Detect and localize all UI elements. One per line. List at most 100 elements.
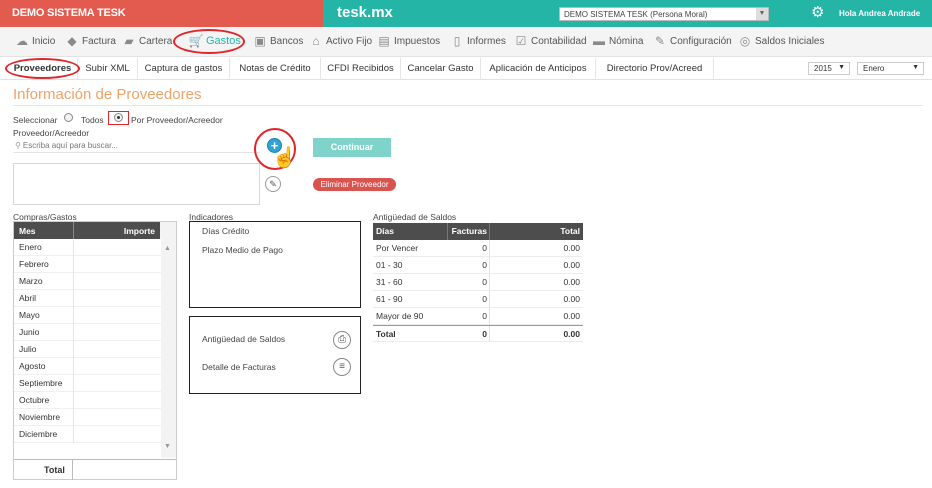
tab-cfdi-recibidos[interactable]: CFDI Recibidos xyxy=(321,58,401,80)
table-row: Septiembre xyxy=(14,375,174,392)
gear-icon[interactable]: ⚙ xyxy=(811,3,824,21)
month-cell: Junio xyxy=(19,327,40,337)
search-input[interactable]: ⚲ Escriba aquí para buscar... xyxy=(13,139,260,153)
cell: 61 - 90 xyxy=(376,294,403,304)
table-row: Noviembre xyxy=(14,409,174,426)
month-select[interactable]: Enero ▼ xyxy=(857,62,924,75)
highlight-ring-gastos xyxy=(173,29,245,54)
page-title: Información de Proveedores xyxy=(13,86,202,103)
table-row: Por Vencer 0 0.00 xyxy=(373,240,583,257)
sub-nav: Proveedores Subir XML Captura de gastos … xyxy=(0,58,932,80)
user-greeting[interactable]: Hola Andrea Andrade xyxy=(839,9,920,18)
tab-notas-credito[interactable]: Notas de Crédito xyxy=(230,58,321,80)
scroll-up-icon[interactable]: ▲ xyxy=(164,245,171,252)
nav-item-cartera[interactable]: ▰ Cartera xyxy=(121,35,172,47)
briefcase-icon: ▤ xyxy=(378,34,390,48)
cell: Por Vencer xyxy=(376,243,419,253)
report-saldos-label: Antigüedad de Saldos xyxy=(202,334,286,344)
printer-icon[interactable]: ⎙ xyxy=(333,331,351,349)
delete-provider-button[interactable]: Eliminar Proveedor xyxy=(313,178,396,191)
chevron-down-icon: ▼ xyxy=(838,64,845,71)
total-row: Total 0 0.00 xyxy=(373,325,583,342)
brand-logo[interactable]: tesk.mx xyxy=(337,4,393,21)
main-nav: ☁ Inicio ◆ Factura ▰ Cartera 🛒 Gastos ▣ … xyxy=(0,27,932,57)
nav-item-impuestos[interactable]: ▤ Impuestos xyxy=(376,35,440,47)
radio-todos[interactable] xyxy=(64,113,73,122)
cell: 31 - 60 xyxy=(376,277,403,287)
table-row: Octubre xyxy=(14,392,174,409)
cell: 0 xyxy=(448,274,490,290)
nav-item-inicio[interactable]: ☁ Inicio xyxy=(14,35,55,47)
provider-list[interactable] xyxy=(13,163,260,205)
table-row: Febrero xyxy=(14,256,174,273)
nav-label: Inicio xyxy=(32,35,56,47)
nav-item-saldos-iniciales[interactable]: ◎ Saldos Iniciales xyxy=(737,34,825,48)
tab-cancelar-gasto[interactable]: Cancelar Gasto xyxy=(401,58,481,80)
month-cell: Marzo xyxy=(19,276,43,286)
radio-todos-label: Todos xyxy=(81,115,104,125)
month-cell: Mayo xyxy=(19,310,40,320)
brand-bar: tesk.mx DEMO SISTEMA TESK (Persona Moral… xyxy=(323,0,932,27)
month-cell: Septiembre xyxy=(19,378,63,388)
continue-button[interactable]: Continuar xyxy=(313,138,391,157)
month-cell: Noviembre xyxy=(19,412,61,422)
nav-item-contabilidad[interactable]: ☑ Contabilidad xyxy=(513,35,587,47)
nav-item-nomina[interactable]: ▬ Nómina xyxy=(591,35,643,47)
list-icon[interactable]: ≡ xyxy=(333,358,351,376)
company-select[interactable]: DEMO SISTEMA TESK (Persona Moral) ▼ xyxy=(559,7,769,21)
scrollbar[interactable]: ▲ ▼ xyxy=(161,239,176,458)
col-dias: Días xyxy=(373,223,448,240)
radio-por-proveedor-label: Por Proveedor/Acreedor xyxy=(131,115,223,125)
table-row: Marzo xyxy=(14,273,174,290)
month-cell: Febrero xyxy=(19,259,49,269)
nav-label: Bancos xyxy=(270,35,304,47)
coins-icon: ◎ xyxy=(739,34,751,48)
months-list: Enero Febrero Marzo Abril Mayo Junio Jul… xyxy=(14,239,174,443)
table-row: Junio xyxy=(14,324,174,341)
id-card-icon: ▬ xyxy=(593,34,605,48)
cell: 0.00 xyxy=(563,243,580,253)
table-row: Abril xyxy=(14,290,174,307)
dias-credito-label: Días Crédito xyxy=(202,226,250,236)
company-name: DEMO SISTEMA TESK xyxy=(0,0,323,27)
year-select[interactable]: 2015 ▼ xyxy=(808,62,850,75)
pencil-icon[interactable]: ✎ xyxy=(265,176,281,192)
nav-label: Activo Fijo xyxy=(326,35,373,47)
nav-label: Contabilidad xyxy=(531,35,587,47)
nav-item-factura[interactable]: ◆ Factura xyxy=(64,35,116,47)
tab-directorio[interactable]: Directorio Prov/Acreed xyxy=(596,58,714,80)
nav-item-bancos[interactable]: ▣ Bancos xyxy=(252,35,303,47)
table-row: Mayo xyxy=(14,307,174,324)
clipboard-icon: ☑ xyxy=(515,34,527,48)
nav-item-configuracion[interactable]: ✎ Configuración xyxy=(652,35,732,47)
month-cell: Octubre xyxy=(19,395,50,405)
divider xyxy=(13,105,923,106)
month-cell: Enero xyxy=(19,242,42,252)
tab-aplicacion-anticipos[interactable]: Aplicación de Anticipos xyxy=(481,58,596,80)
month-value: Enero xyxy=(863,64,885,73)
scroll-header xyxy=(160,222,176,239)
compras-table: Mes Importe Enero Febrero Marzo Abril Ma… xyxy=(13,221,177,480)
table-header: Días Facturas Total xyxy=(373,223,583,240)
table-row: Diciembre xyxy=(14,426,174,443)
cell: 0 xyxy=(448,291,490,307)
total-row: Total xyxy=(14,459,176,480)
month-cell: Abril xyxy=(19,293,37,303)
scroll-down-icon[interactable]: ▼ xyxy=(164,443,171,450)
antiguedad-title: Antigüedad de Saldos xyxy=(373,212,457,222)
divider xyxy=(72,460,73,480)
nav-label: Impuestos xyxy=(394,35,441,47)
nav-item-activo-fijo[interactable]: ⌂ Activo Fijo xyxy=(308,35,372,47)
table-row: Mayor de 90 0 0.00 xyxy=(373,308,583,325)
highlight-box-radio xyxy=(108,111,129,125)
cell: 0 xyxy=(448,240,490,256)
tab-subir-xml[interactable]: Subir XML xyxy=(78,58,138,80)
hand-cursor-icon: ☝ xyxy=(272,147,297,169)
plazo-medio-label: Plazo Medio de Pago xyxy=(202,245,283,255)
tab-captura-gastos[interactable]: Captura de gastos xyxy=(138,58,230,80)
nav-item-informes[interactable]: ▯ Informes xyxy=(449,35,506,47)
month-cell: Agosto xyxy=(19,361,46,371)
cell: 0.00 xyxy=(563,277,580,287)
wallet-icon: ▰ xyxy=(124,34,134,48)
total-label: Total xyxy=(44,465,65,475)
